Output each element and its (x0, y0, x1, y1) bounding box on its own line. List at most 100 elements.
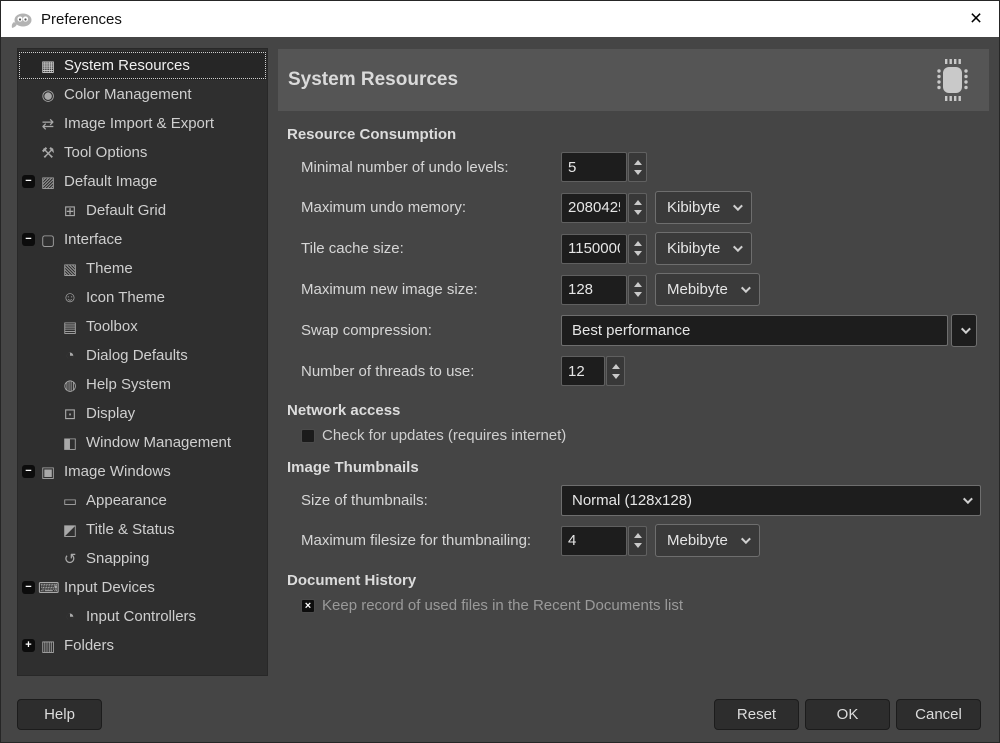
field-label: Size of thumbnails: (301, 492, 561, 509)
field-label: Number of threads to use: (301, 363, 561, 380)
collapse-expander-icon[interactable]: − (22, 233, 35, 246)
spin-up-icon[interactable] (634, 282, 642, 287)
sidebar-item-label: Display (86, 405, 135, 422)
sidebar-item-icon-theme[interactable]: ☺ Icon Theme (18, 283, 267, 312)
threads-row: Number of threads to use: (301, 355, 977, 387)
field-label: Maximum undo memory: (301, 199, 561, 216)
sidebar-item-help-system[interactable]: ◍Help System (18, 370, 267, 399)
theme-icon: ▧ (60, 260, 80, 278)
spin-down-icon[interactable] (634, 543, 642, 548)
sidebar-item-folders[interactable]: +▥Folders (18, 631, 267, 660)
sidebar-item-label: Icon Theme (86, 289, 165, 306)
spinner-buttons[interactable] (628, 526, 647, 556)
max-new-image-unit-dropdown[interactable]: Mebibyte (655, 273, 760, 306)
spinner-buttons[interactable] (606, 356, 625, 386)
tile-cache-unit-dropdown[interactable]: Kibibyte (655, 232, 752, 265)
cancel-button[interactable]: Cancel (896, 699, 981, 730)
chevron-down-icon (733, 201, 743, 211)
tile-cache-input[interactable] (561, 234, 627, 264)
chip-icon: ▦ (38, 57, 58, 75)
sidebar-item-label: Interface (64, 231, 122, 248)
expand-expander-icon[interactable]: + (22, 639, 35, 652)
max-new-image-input[interactable] (561, 275, 627, 305)
spin-up-icon[interactable] (634, 160, 642, 165)
sidebar-item-toolbox[interactable]: ▤Toolbox (18, 312, 267, 341)
spin-up-icon[interactable] (634, 241, 642, 246)
help-button[interactable]: Help (17, 699, 102, 730)
dropdown-value: Kibibyte (667, 199, 720, 216)
keep-record-checkbox[interactable]: × (301, 599, 315, 613)
sidebar-item-theme[interactable]: ▧Theme (18, 254, 267, 283)
undo-memory-input[interactable] (561, 193, 627, 223)
sidebar-item-input-controllers[interactable]: ◔Input Controllers (18, 602, 267, 631)
thumbnail-size-row: Size of thumbnails: Normal (128x128) (301, 484, 981, 516)
chevron-down-icon (963, 494, 973, 504)
sidebar-item-default-image[interactable]: −▨Default Image (18, 167, 267, 196)
section-heading-resource-consumption: Resource Consumption (287, 126, 977, 143)
spin-down-icon[interactable] (634, 251, 642, 256)
sidebar-item-appearance[interactable]: ▭Appearance (18, 486, 267, 515)
sidebar-item-image-import-export[interactable]: ⇄Image Import & Export (18, 109, 267, 138)
gimp-wilber-icon (9, 8, 35, 30)
sidebar-item-input-devices[interactable]: −⌨Input Devices (18, 573, 267, 602)
tools-icon: ⚒ (38, 144, 58, 162)
thumbnail-filesize-input[interactable] (561, 526, 627, 556)
page-title: System Resources (288, 69, 929, 91)
sidebar-item-color-management[interactable]: ◉Color Management (18, 80, 267, 109)
undo-levels-input[interactable] (561, 152, 627, 182)
thumbnail-filesize-row: Maximum filesize for thumbnailing: Mebib… (301, 524, 977, 557)
swap-compression-dropdown-button[interactable] (951, 314, 977, 347)
spin-up-icon[interactable] (634, 533, 642, 538)
icon-theme-icon: ☺ (60, 289, 80, 306)
field-label: Minimal number of undo levels: (301, 159, 561, 176)
spin-up-icon[interactable] (634, 200, 642, 205)
check-updates-checkbox[interactable] (301, 429, 315, 443)
thumbnail-filesize-unit-dropdown[interactable]: Mebibyte (655, 524, 760, 557)
chevron-down-icon (733, 242, 743, 252)
dropdown-value: Mebibyte (667, 281, 728, 298)
dropdown-value: Normal (128x128) (572, 492, 692, 509)
close-icon[interactable]: × (953, 1, 999, 37)
spinner-buttons[interactable] (628, 275, 647, 305)
sidebar-item-system-resources[interactable]: ▦System Resources (18, 51, 267, 80)
undo-levels-row: Minimal number of undo levels: (301, 151, 977, 183)
sidebar-item-image-windows[interactable]: −▣Image Windows (18, 457, 267, 486)
reset-button[interactable]: Reset (714, 699, 799, 730)
spin-up-icon[interactable] (612, 364, 620, 369)
sidebar-item-title-status[interactable]: ◩Title & Status (18, 515, 267, 544)
spin-down-icon[interactable] (612, 374, 620, 379)
spinner-buttons[interactable] (628, 193, 647, 223)
thumbnail-size-dropdown[interactable]: Normal (128x128) (561, 485, 981, 516)
sidebar-item-window-management[interactable]: ◧Window Management (18, 428, 267, 457)
ok-button[interactable]: OK (805, 699, 890, 730)
folders-icon: ▥ (38, 637, 58, 655)
swap-compression-dropdown[interactable]: Best performance (561, 315, 948, 346)
undo-memory-unit-dropdown[interactable]: Kibibyte (655, 191, 752, 224)
gauge-icon: ◔ (60, 347, 80, 364)
page-header: System Resources (278, 49, 989, 111)
image-star-icon: ▨ (38, 173, 58, 191)
sidebar-item-label: Tool Options (64, 144, 147, 161)
sidebar-item-tool-options[interactable]: ⚒ Tool Options (18, 138, 267, 167)
spinner-buttons[interactable] (628, 152, 647, 182)
sidebar-item-default-grid[interactable]: ⊞Default Grid (18, 196, 267, 225)
sidebar-item-dialog-defaults[interactable]: ◔Dialog Defaults (18, 341, 267, 370)
spinner-buttons[interactable] (628, 234, 647, 264)
sidebar-item-display[interactable]: ⊡Display (18, 399, 267, 428)
collapse-expander-icon[interactable]: − (22, 581, 35, 594)
spin-down-icon[interactable] (634, 170, 642, 175)
sidebar-item-snapping[interactable]: ↺Snapping (18, 544, 267, 573)
collapse-expander-icon[interactable]: − (22, 465, 35, 478)
collapse-expander-icon[interactable]: − (22, 175, 35, 188)
threads-input[interactable] (561, 356, 605, 386)
content-pane: System Resources Resource Consumption Mi… (278, 37, 999, 742)
sidebar-item-label: Input Devices (64, 579, 155, 596)
spin-down-icon[interactable] (634, 210, 642, 215)
sidebar-item-label: Appearance (86, 492, 167, 509)
sidebar-item-interface[interactable]: −▢Interface (18, 225, 267, 254)
life-ring-icon: ◍ (60, 376, 80, 394)
undo-memory-row: Maximum undo memory: Kibibyte (301, 191, 977, 224)
field-label: Swap compression: (301, 322, 561, 339)
spin-down-icon[interactable] (634, 292, 642, 297)
checkbox-label: Keep record of used files in the Recent … (322, 597, 683, 614)
